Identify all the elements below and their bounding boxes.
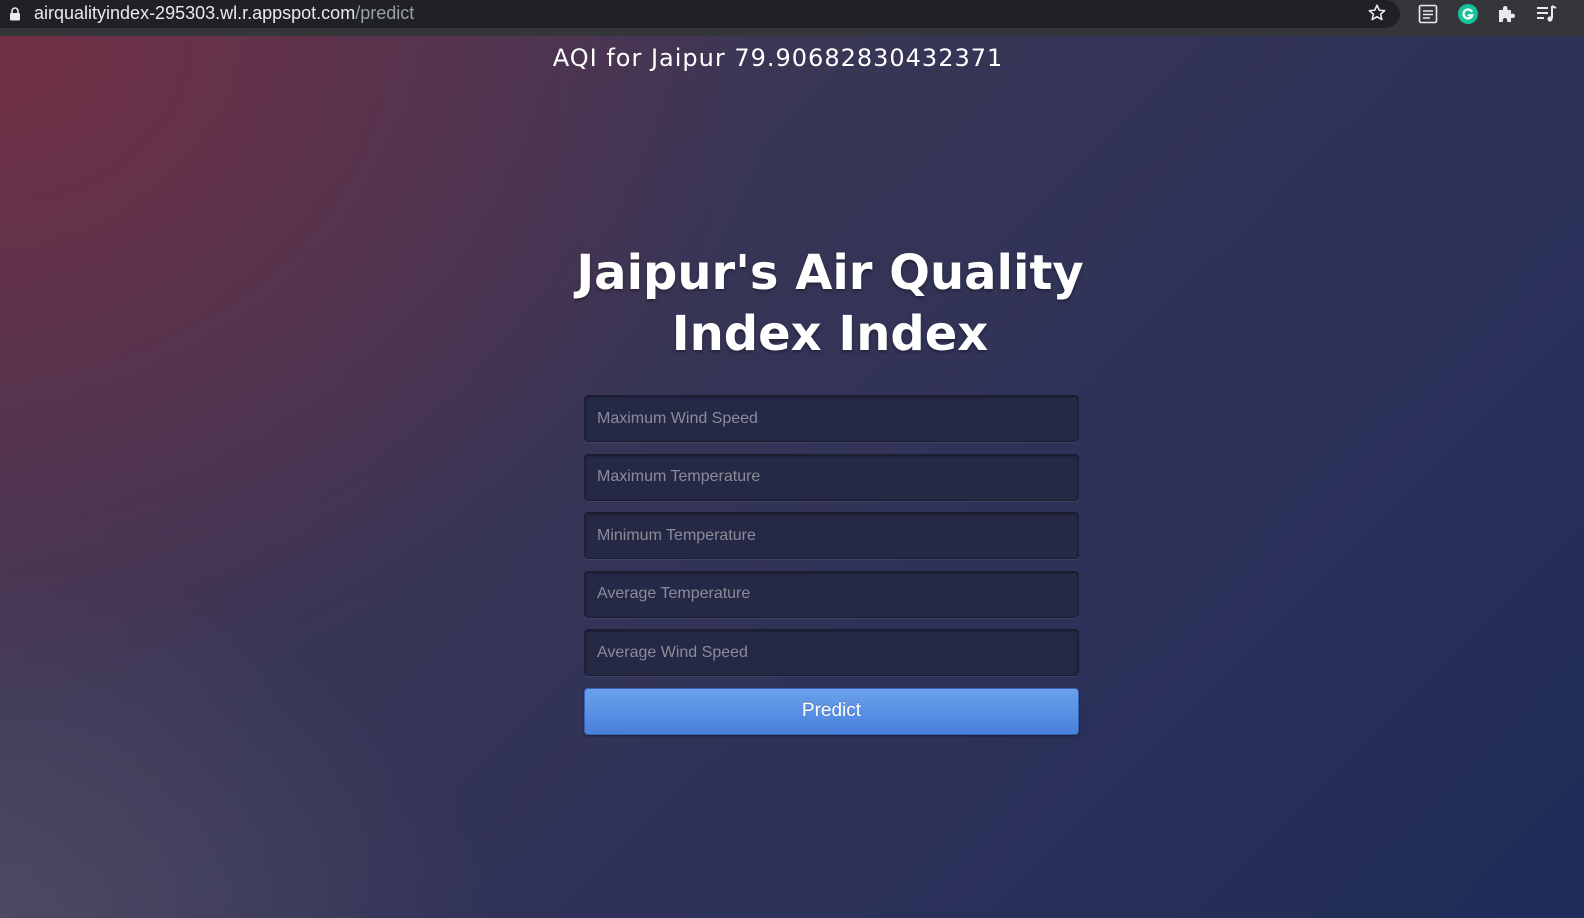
avg-wind-speed-input[interactable] [584,629,1079,676]
avg-temperature-input[interactable] [584,570,1079,618]
url-path: /predict [355,3,415,23]
page-content: AQI for Jaipur 79.90682830432371 Jaipur'… [0,36,1584,918]
media-control-icon[interactable] [1534,2,1558,26]
url-text[interactable]: airqualityindex-295303.wl.r.appspot.com/… [34,3,414,23]
aqi-result-text: AQI for Jaipur 79.90682830432371 [552,44,1004,72]
prediction-form: Predict [584,395,1079,735]
grammarly-icon[interactable] [1456,2,1480,26]
star-icon[interactable] [1366,2,1388,24]
address-bar[interactable]: airqualityindex-295303.wl.r.appspot.com/… [0,0,1400,28]
max-wind-speed-input[interactable] [584,395,1079,442]
predict-button[interactable]: Predict [584,687,1079,735]
extensions-icon[interactable] [1495,2,1519,26]
reading-list-icon[interactable] [1416,2,1440,26]
max-temperature-input[interactable] [584,453,1079,501]
url-domain: airqualityindex-295303.wl.r.appspot.com [34,3,356,23]
page-title: Jaipur's Air Quality Index Index [576,245,1084,362]
browser-toolbar: airqualityindex-295303.wl.r.appspot.com/… [0,0,1584,36]
lock-icon[interactable] [9,7,21,21]
min-temperature-input[interactable] [584,512,1079,559]
